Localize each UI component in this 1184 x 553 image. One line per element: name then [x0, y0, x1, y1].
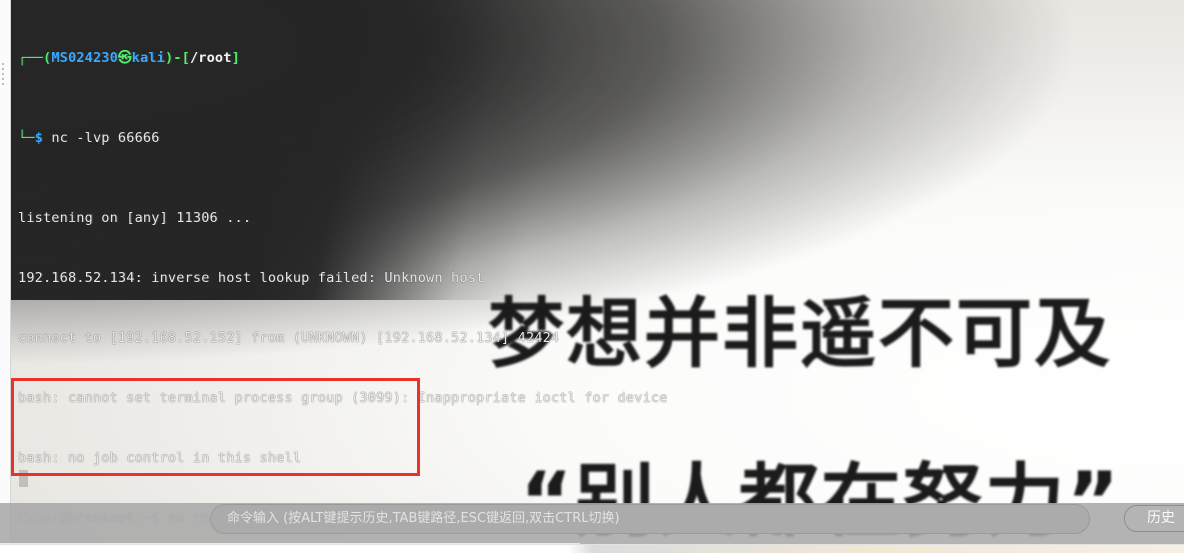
terminal-line: listening on [any] 11306 ... [18, 210, 252, 226]
prompt-bracket-left: ┌──( [18, 50, 52, 66]
prompt-host: kali [131, 50, 165, 66]
command-input[interactable]: 命令输入 (按ALT键提示历史,TAB键路径,ESC键返回,双击CTRL切换) [210, 504, 1090, 534]
terminal-line: bash: cannot set terminal process group … [18, 390, 668, 406]
prompt-dollar-icon: $ [34, 130, 43, 146]
terminal-cursor [19, 470, 28, 487]
prompt-corner: └─ [18, 130, 35, 146]
prompt-at-icon: ㉿ [117, 50, 132, 66]
page-bottom-edge [0, 544, 1184, 553]
prompt-bracket-mid: )-[ [164, 50, 190, 66]
terminal-line: bash: no job control in this shell [18, 450, 302, 466]
terminal-prompt-line-2: └─$ nc -lvp 66666 [18, 128, 1168, 148]
terminal-line: 192.168.52.134: inverse host lookup fail… [18, 270, 485, 286]
left-gutter [0, 0, 11, 545]
prompt-bracket-right: ] [231, 50, 240, 66]
history-button[interactable]: 历史 [1124, 505, 1184, 532]
terminal-output[interactable]: ┌──(MS024230㉿kali)-[/root] └─$ nc -lvp 6… [18, 8, 1168, 553]
prompt-user: MS024230 [51, 50, 118, 66]
terminal-line: connect to [192.168.52.152] from (UNKNOW… [18, 330, 560, 346]
terminal-prompt-line-1: ┌──(MS024230㉿kali)-[/root] [18, 48, 1168, 68]
prompt-command: nc -lvp 66666 [51, 130, 160, 146]
screen-capture: 梦想并非遥不可及 “别人都在努力” ┌──(MS024230㉿kali)-[/r… [0, 0, 1184, 553]
prompt-path: /root [189, 50, 232, 66]
gutter-marker-dots [2, 60, 6, 102]
